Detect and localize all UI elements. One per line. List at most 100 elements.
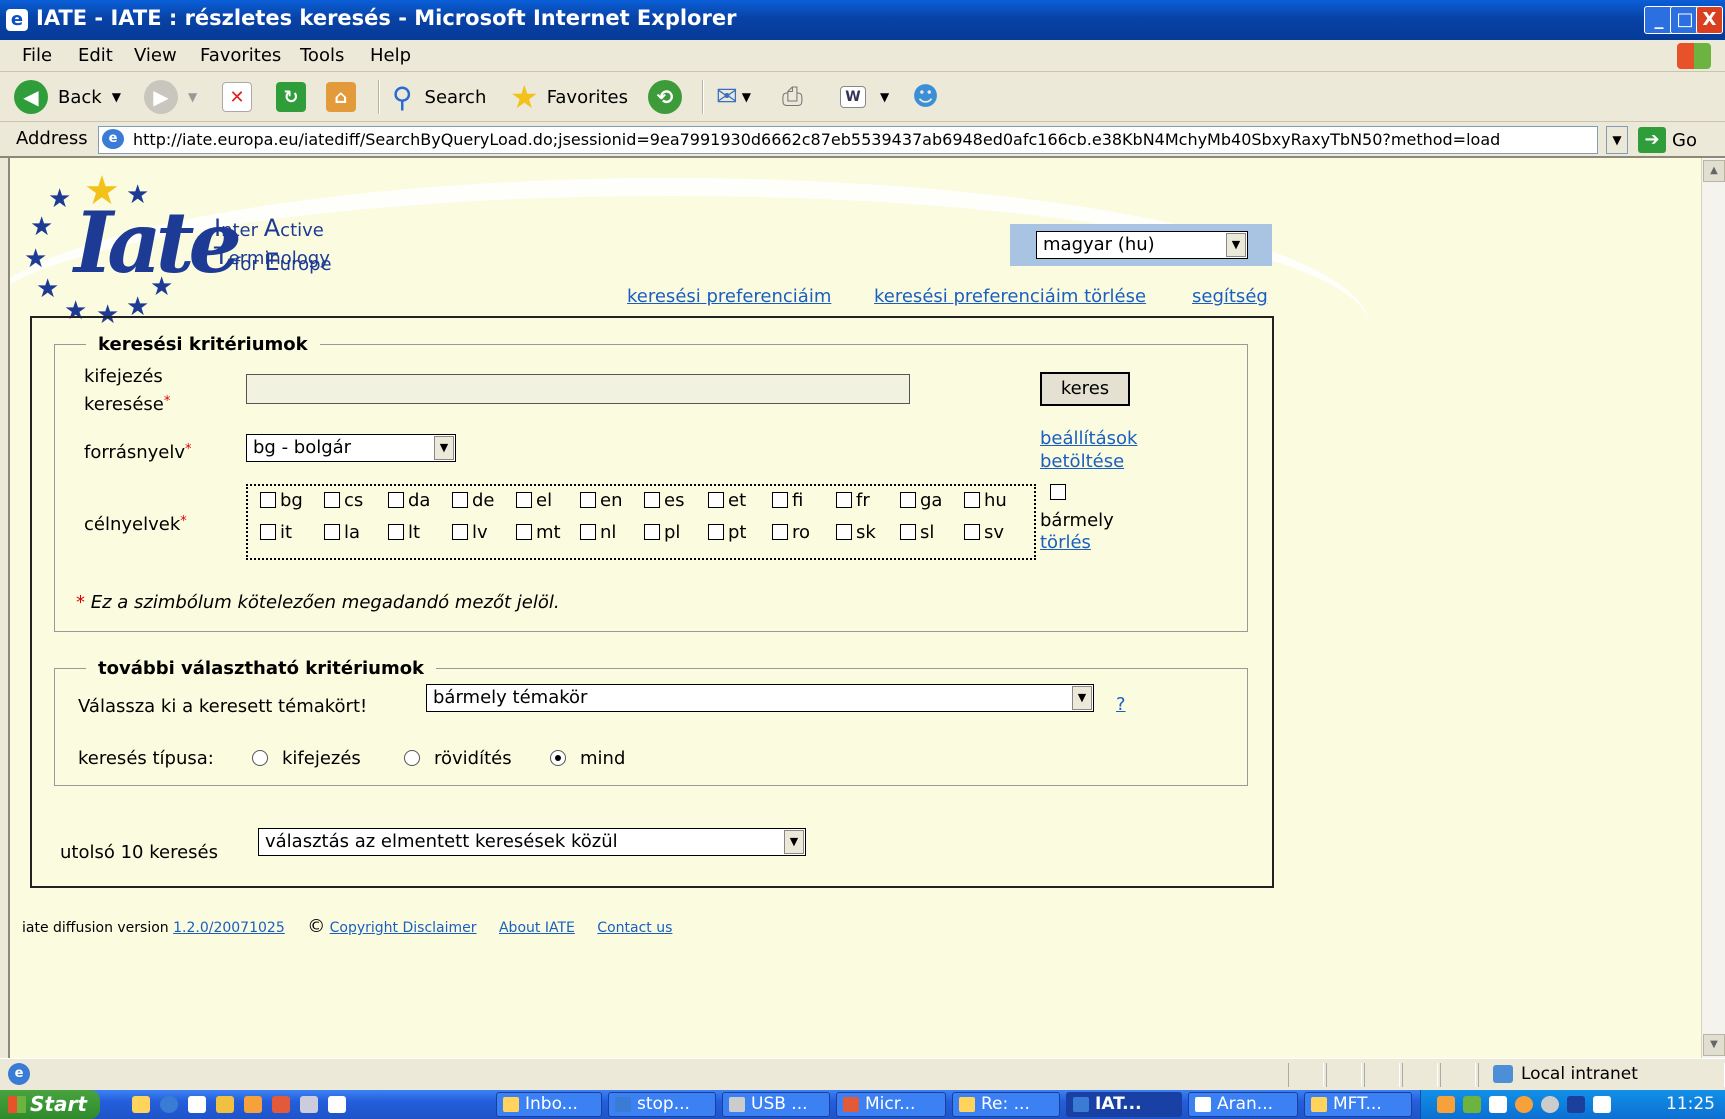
target-language-checkbox-nl[interactable]: nl [580,522,616,543]
star-icon: ★ [510,78,539,116]
help-link[interactable]: segítség [1192,286,1268,307]
menu-view[interactable]: View [134,45,177,66]
load-settings-link-2[interactable]: betöltése [1040,451,1124,472]
messenger-button[interactable]: ☻ [912,78,939,116]
menu-tools[interactable]: Tools [300,45,344,66]
checkbox-icon [260,524,276,540]
copyright-link[interactable]: Copyright Disclaimer [330,920,477,936]
task-re[interactable]: Re: ... [952,1092,1060,1117]
go-button[interactable]: ➔ Go [1638,126,1697,154]
contact-link[interactable]: Contact us [597,920,672,936]
task-inbox[interactable]: Inbo... [496,1092,602,1117]
scroll-down-button[interactable]: ▼ [1703,1034,1725,1056]
checkbox-icon [580,524,596,540]
target-language-checkbox-sk[interactable]: sk [836,522,876,543]
app-tray-icon[interactable] [1463,1096,1481,1113]
vertical-scrollbar[interactable]: ▲ ▼ [1701,158,1725,1058]
clock-tray-icon[interactable] [1515,1096,1533,1113]
menu-help[interactable]: Help [370,45,411,66]
target-language-checkbox-fi[interactable]: fi [772,490,803,511]
target-language-checkbox-cs[interactable]: cs [324,490,363,511]
clear-preferences-link[interactable]: keresési preferenciáim törlése [874,286,1146,307]
target-language-checkbox-ga[interactable]: ga [900,490,942,511]
target-language-checkbox-ro[interactable]: ro [772,522,810,543]
search-submit-button[interactable]: keres [1040,372,1130,406]
domain-select[interactable]: bármely témakör ▼ [426,684,1094,712]
address-dropdown-button[interactable]: ▼ [1606,126,1628,154]
search-preferences-link[interactable]: keresési preferenciáim [627,286,831,307]
load-settings-link[interactable]: beállítások [1040,428,1137,449]
menu-edit[interactable]: Edit [78,45,113,66]
target-language-checkbox-lv[interactable]: lv [452,522,488,543]
forward-button[interactable]: ▶ ▼ [144,78,197,116]
target-language-checkbox-da[interactable]: da [388,490,430,511]
target-language-checkbox-bg[interactable]: bg [260,490,303,511]
version-link[interactable]: 1.2.0/20071025 [173,920,285,936]
folder-quicklaunch-icon[interactable] [216,1096,234,1113]
target-language-checkbox-pl[interactable]: pl [644,522,680,543]
shield-tray-icon[interactable] [1593,1096,1611,1113]
monitor-tray-icon[interactable] [1567,1096,1585,1113]
target-language-checkbox-sv[interactable]: sv [964,522,1004,543]
history-button[interactable]: ⟲ [648,78,682,116]
source-language-select[interactable]: bg - bolgár ▼ [246,434,456,462]
clear-link[interactable]: törlés [1040,532,1091,553]
search-type-abbrev-radio[interactable]: rövidítés [404,748,512,769]
target-language-checkbox-en[interactable]: en [580,490,622,511]
java-tray-icon[interactable] [1437,1096,1455,1113]
refresh-button[interactable]: ↻ [276,78,306,116]
stop-button[interactable]: ✕ [222,78,252,116]
task-mft[interactable]: MFT... [1304,1092,1412,1117]
target-language-checkbox-la[interactable]: la [324,522,360,543]
file-quicklaunch-icon[interactable] [300,1096,318,1113]
task-microsoft[interactable]: Micr... [836,1092,946,1117]
doc-quicklaunch-icon[interactable] [328,1096,346,1113]
target-language-checkbox-fr[interactable]: fr [836,490,870,511]
address-input[interactable]: http://iate.europa.eu/iatediff/SearchByQ… [98,126,1598,154]
mail-button[interactable]: ✉ ▼ [716,78,751,116]
search-type-term-radio[interactable]: kifejezés [252,748,361,769]
app-quicklaunch-icon[interactable] [272,1096,290,1113]
about-link[interactable]: About IATE [499,920,575,936]
target-language-checkbox-sl[interactable]: sl [900,522,934,543]
edit-button[interactable]: W ▼ [840,78,889,116]
outlook-quicklaunch-icon[interactable] [244,1096,262,1113]
recent-searches-select[interactable]: választás az elmentett keresések közül ▼ [258,828,806,856]
start-button[interactable]: Start [0,1090,100,1119]
target-language-checkbox-el[interactable]: el [516,490,552,511]
target-language-checkbox-pt[interactable]: pt [708,522,746,543]
target-language-checkbox-es[interactable]: es [644,490,684,511]
window-title-bar[interactable]: e IATE - IATE : részletes keresés - Micr… [0,0,1725,40]
any-language-checkbox[interactable] [1050,482,1070,503]
task-aran[interactable]: Aran... [1188,1092,1298,1117]
print-button[interactable]: ⎙ [782,78,803,116]
target-language-checkbox-et[interactable]: et [708,490,746,511]
target-language-checkbox-it[interactable]: it [260,522,292,543]
term-input[interactable] [246,374,910,404]
settings-tray-icon[interactable] [1541,1096,1559,1113]
home-button[interactable]: ⌂ [326,78,356,116]
target-language-checkbox-hu[interactable]: hu [964,490,1007,511]
task-usb[interactable]: USB ... [722,1092,830,1117]
scroll-up-button[interactable]: ▲ [1703,160,1725,182]
target-language-checkbox-de[interactable]: de [452,490,495,511]
menu-favorites[interactable]: Favorites [200,45,281,66]
domain-help-link[interactable]: ? [1116,694,1126,715]
task-iate[interactable]: IAT... [1066,1092,1182,1117]
favorites-button[interactable]: ★ Favorites [510,78,628,116]
search-button[interactable]: ⚲ Search [392,78,486,116]
menu-file[interactable]: File [22,45,52,66]
word-quicklaunch-icon[interactable] [188,1096,206,1113]
close-button[interactable]: X [1696,6,1723,34]
target-language-checkbox-lt[interactable]: lt [388,522,420,543]
quicklaunch-icon[interactable] [132,1096,150,1113]
back-button[interactable]: ◀ Back ▼ [14,78,121,116]
clock: 11:25 [1666,1094,1715,1114]
target-language-checkbox-mt[interactable]: mt [516,522,561,543]
task-stop[interactable]: stop... [608,1092,716,1117]
language-select[interactable]: magyar (hu) ▼ [1036,231,1248,259]
ie-quicklaunch-icon[interactable] [160,1096,178,1113]
search-type-all-radio[interactable]: mind [550,748,625,769]
iate-logo[interactable]: ★ ★ ★ ★ ★ ★ ★ ★ ★ ★ Iate Inter Active Te… [22,168,422,330]
search-tray-icon[interactable] [1489,1096,1507,1113]
